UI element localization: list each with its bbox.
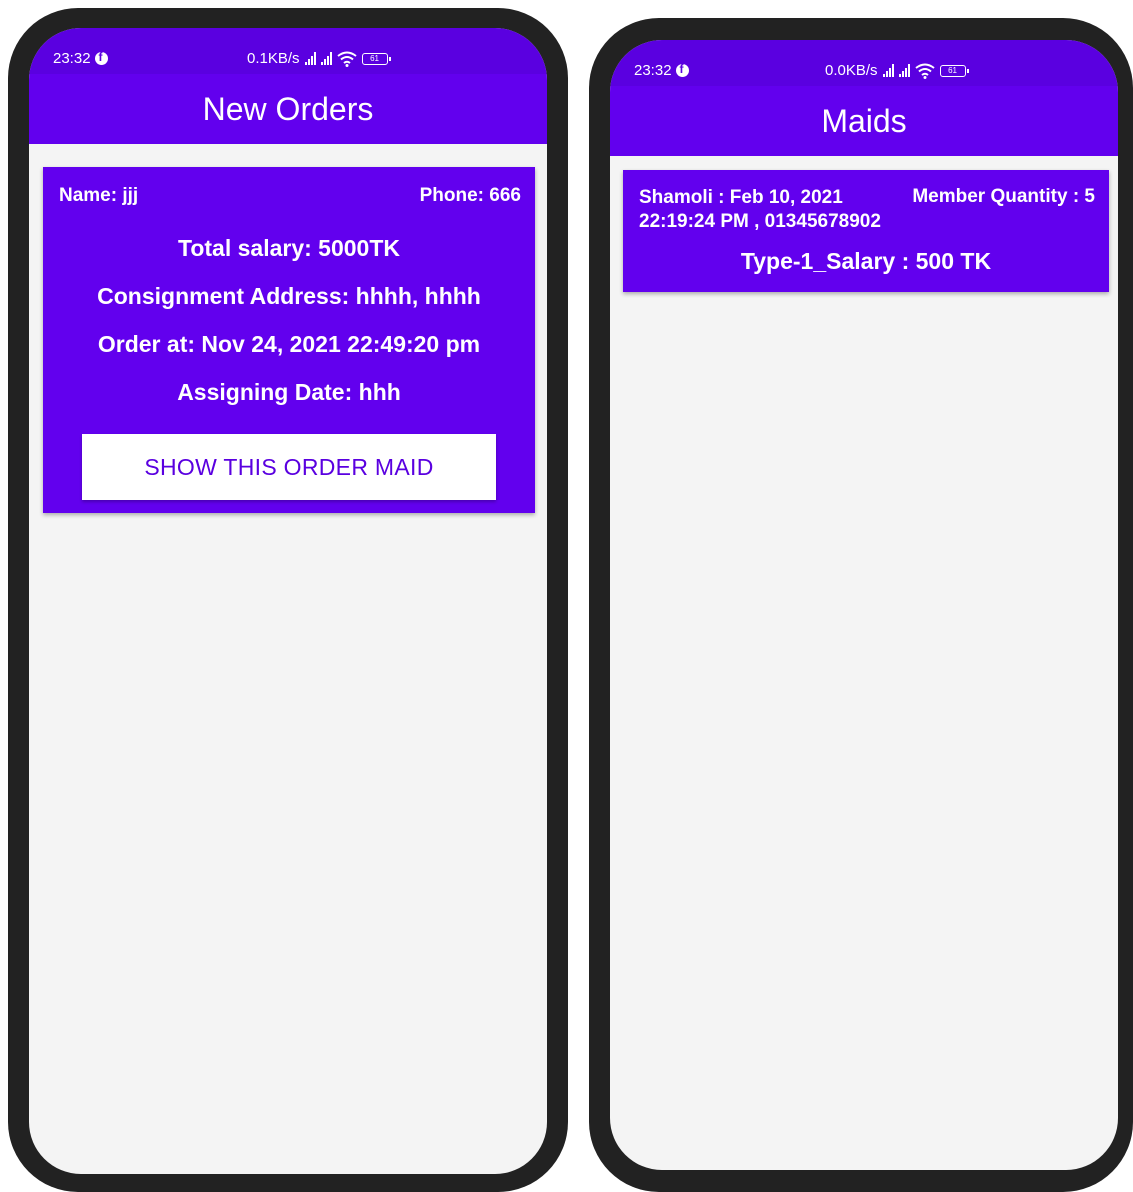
status-time-group: 23:32 — [634, 62, 689, 79]
battery-level: 61 — [948, 66, 957, 75]
status-bar: 23:32 0.1KB/s 61 — [29, 28, 547, 74]
battery-icon: 61 — [939, 64, 969, 77]
maid-time-phone: 22:19:24 PM , 01345678902 — [639, 211, 881, 232]
order-total-salary: Total salary: 5000TK — [177, 235, 400, 261]
status-indicators: 0.0KB/s 61 — [825, 62, 969, 79]
order-consignment-address: Consignment Address: hhhh, hhhh — [97, 283, 481, 309]
maid-card[interactable]: Shamoli : Feb 10, 2021 22:19:24 PM , 013… — [623, 170, 1109, 292]
order-name: Name: jjj — [59, 185, 139, 206]
app-bar: Maids — [610, 86, 1118, 156]
order-card[interactable]: Name: jjj Phone: 666 Total salary: 5000T… — [43, 167, 535, 513]
wifi-icon — [336, 51, 357, 67]
page-title: Maids — [821, 102, 907, 139]
facebook-notification-icon — [94, 50, 108, 65]
show-order-maid-button[interactable]: SHOW THIS ORDER MAID — [82, 434, 496, 500]
signal-icon — [882, 64, 894, 77]
order-assigning-date: Assigning Date: hhh — [177, 379, 401, 405]
screen-maids: 23:32 0.0KB/s 61 Maids — [610, 40, 1118, 1170]
order-date: Order at: Nov 24, 2021 22:49:20 pm — [97, 331, 481, 357]
status-time-group: 23:32 — [53, 50, 108, 67]
signal-icon — [898, 64, 910, 77]
phone-frame-left: 23:32 0.1KB/s 61 New Orders — [8, 8, 568, 1192]
signal-icon — [304, 52, 316, 65]
app-bar: New Orders — [29, 74, 547, 144]
status-time: 23:32 — [53, 50, 91, 67]
wifi-icon — [914, 63, 935, 79]
status-bar: 23:32 0.0KB/s 61 — [610, 40, 1118, 86]
network-speed: 0.0KB/s — [825, 62, 878, 79]
screen-new-orders: 23:32 0.1KB/s 61 New Orders — [29, 28, 547, 1174]
network-speed: 0.1KB/s — [247, 50, 300, 67]
order-phone: Phone: 666 — [419, 185, 521, 206]
status-time: 23:32 — [634, 62, 672, 79]
battery-level: 61 — [370, 54, 379, 63]
battery-icon: 61 — [361, 52, 391, 65]
status-indicators: 0.1KB/s 61 — [247, 50, 391, 67]
phone-frame-right: 23:32 0.0KB/s 61 Maids — [589, 18, 1133, 1192]
maid-member-quantity: Member Quantity : 5 — [912, 186, 1095, 207]
maid-salary: Type-1_Salary : 500 TK — [740, 248, 992, 274]
maid-location-date: Shamoli : Feb 10, 2021 — [639, 187, 843, 208]
facebook-notification-icon — [675, 62, 689, 77]
page-title: New Orders — [202, 90, 374, 127]
signal-icon — [320, 52, 332, 65]
maid-info: Shamoli : Feb 10, 2021 22:19:24 PM , 013… — [639, 186, 881, 234]
